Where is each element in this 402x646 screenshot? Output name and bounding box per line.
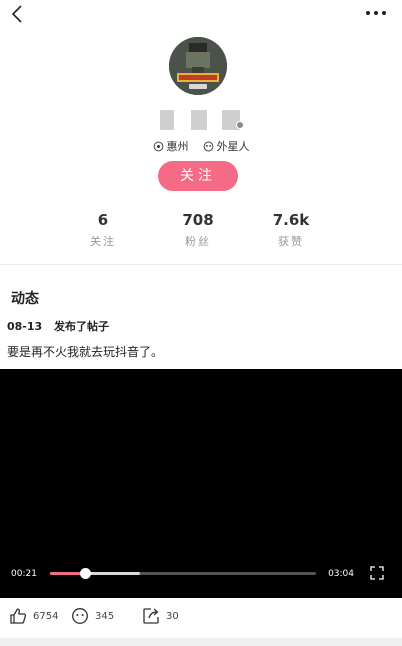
constellation-tag: 外星人 bbox=[203, 138, 250, 154]
post-meta: 08-13 发布了帖子 bbox=[7, 318, 109, 334]
video-progress-bar[interactable] bbox=[50, 568, 316, 579]
location-icon bbox=[153, 141, 163, 151]
more-icon[interactable] bbox=[364, 6, 388, 20]
profile-stats: 6 关注 708 粉丝 7.6k 获赞 bbox=[0, 210, 402, 250]
video-total-time: 03:04 bbox=[328, 569, 354, 579]
constellation-text: 外星人 bbox=[216, 140, 250, 153]
profile-tags: 惠州 外星人 bbox=[0, 138, 402, 154]
gender-icon bbox=[236, 121, 244, 129]
share-icon bbox=[143, 608, 159, 624]
video-progress-thumb[interactable] bbox=[79, 568, 91, 579]
like-icon bbox=[10, 608, 27, 624]
stat-label: 关注 bbox=[90, 235, 116, 248]
location-text: 惠州 bbox=[166, 140, 189, 153]
share-count: 30 bbox=[166, 610, 179, 622]
post-actions: 6754 345 30 bbox=[0, 600, 402, 636]
stat-likes[interactable]: 7.6k 获赞 bbox=[251, 210, 331, 249]
divider bbox=[0, 264, 402, 265]
stat-fans[interactable]: 708 粉丝 bbox=[158, 210, 238, 249]
stat-value: 708 bbox=[182, 211, 214, 229]
back-icon[interactable] bbox=[8, 4, 28, 24]
bottom-separator bbox=[0, 638, 402, 646]
location-tag: 惠州 bbox=[153, 138, 189, 154]
stat-following[interactable]: 6 关注 bbox=[63, 210, 143, 249]
avatar[interactable] bbox=[169, 37, 227, 95]
stat-label: 获赞 bbox=[278, 235, 304, 248]
comment-count: 345 bbox=[95, 610, 115, 622]
fullscreen-icon[interactable] bbox=[370, 566, 384, 580]
follow-button[interactable]: 关注 bbox=[158, 161, 238, 191]
stat-value: 7.6k bbox=[272, 211, 310, 229]
stat-value: 6 bbox=[97, 211, 109, 229]
comment-button[interactable]: 345 bbox=[71, 607, 114, 625]
video-current-time: 00:21 bbox=[11, 569, 37, 579]
top-bar bbox=[0, 0, 402, 30]
video-player[interactable]: 00:21 03:04 bbox=[0, 369, 402, 598]
comment-icon bbox=[72, 608, 88, 624]
like-count: 6754 bbox=[33, 610, 59, 622]
section-title: 动态 bbox=[11, 291, 39, 307]
stat-label: 粉丝 bbox=[185, 235, 211, 248]
share-button[interactable]: 30 bbox=[142, 607, 179, 625]
post-action: 发布了帖子 bbox=[54, 320, 110, 333]
post-date: 08-13 bbox=[7, 320, 43, 333]
like-button[interactable]: 6754 bbox=[9, 607, 58, 625]
username-blurred bbox=[158, 110, 244, 132]
alien-icon bbox=[203, 140, 213, 152]
post-text[interactable]: 要是再不火我就去玩抖音了。 bbox=[7, 343, 163, 360]
